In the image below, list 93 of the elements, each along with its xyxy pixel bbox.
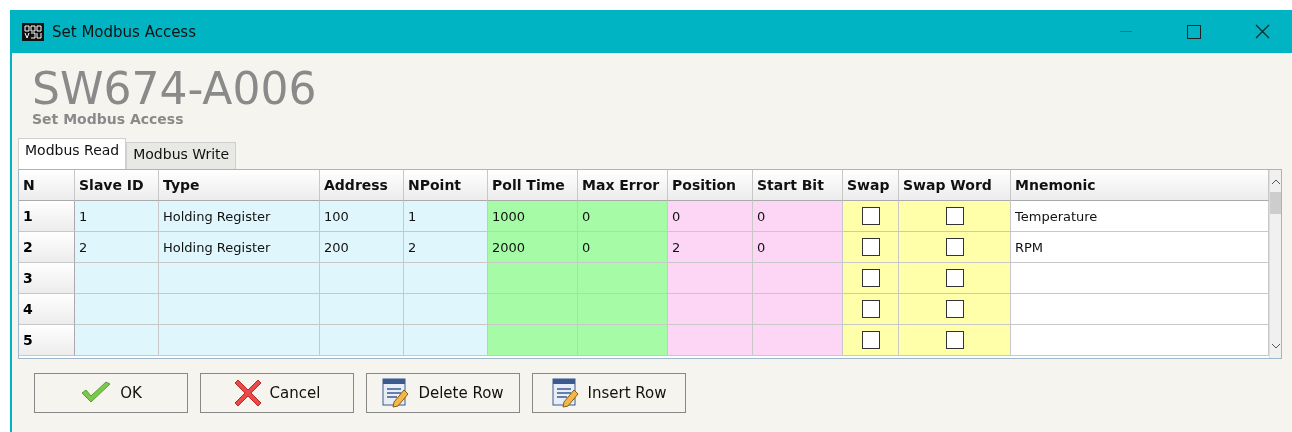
table-cell[interactable]: Holding Register: [159, 201, 320, 232]
table-cell[interactable]: [320, 263, 404, 294]
row-header: 2: [19, 232, 75, 263]
table-cell[interactable]: 200: [320, 232, 404, 263]
product-title: SW674-A006: [32, 67, 318, 111]
table-cell[interactable]: [668, 263, 753, 294]
table-cell[interactable]: [578, 263, 668, 294]
tab[interactable]: Modbus Write: [126, 142, 237, 169]
checkbox[interactable]: [945, 300, 964, 318]
checkbox[interactable]: [945, 269, 964, 287]
table-cell[interactable]: [1011, 325, 1269, 356]
maximize-icon[interactable]: [1187, 24, 1201, 39]
table-cell[interactable]: 2: [668, 232, 753, 263]
table-cell[interactable]: [320, 294, 404, 325]
table-cell[interactable]: [488, 294, 578, 325]
table-cell[interactable]: [1011, 294, 1269, 325]
scroll-down-icon[interactable]: [1271, 342, 1281, 350]
column-header: Address: [320, 170, 404, 201]
check-icon: [80, 381, 113, 405]
table-cell[interactable]: 2000: [488, 232, 578, 263]
column-header: Mnemonic: [1011, 170, 1269, 201]
table-cell[interactable]: 0: [668, 201, 753, 232]
table-cell[interactable]: 100: [320, 201, 404, 232]
checkbox[interactable]: [861, 207, 880, 225]
table-cell[interactable]: [159, 263, 320, 294]
checkbox[interactable]: [861, 331, 880, 349]
table-cell[interactable]: [488, 325, 578, 356]
column-header: Type: [159, 170, 320, 201]
column-header: Start Bit: [753, 170, 843, 201]
close-icon[interactable]: [1254, 24, 1270, 39]
scrollbar[interactable]: [1269, 170, 1281, 358]
row-header: 3: [19, 263, 75, 294]
row-header: 4: [19, 294, 75, 325]
checkbox[interactable]: [945, 238, 964, 256]
table-cell[interactable]: [75, 263, 159, 294]
checkbox[interactable]: [945, 207, 964, 225]
column-header: Position: [668, 170, 753, 201]
table-cell[interactable]: [753, 294, 843, 325]
table-cell[interactable]: [320, 325, 404, 356]
table-cell[interactable]: [578, 325, 668, 356]
minimize-icon[interactable]: [1120, 30, 1132, 33]
page-subtitle: Set Modbus Access: [32, 111, 185, 127]
action-button[interactable]: Insert Row: [532, 373, 686, 413]
checkbox[interactable]: [861, 300, 880, 318]
column-header: N: [19, 170, 75, 201]
checkbox[interactable]: [861, 238, 880, 256]
table-cell[interactable]: 2: [404, 232, 488, 263]
table-cell[interactable]: 0: [753, 232, 843, 263]
scroll-up-icon[interactable]: [1271, 178, 1281, 186]
column-header: NPoint: [404, 170, 488, 201]
column-header: Poll Time: [488, 170, 578, 201]
row-header: 5: [19, 325, 75, 356]
checkbox[interactable]: [945, 331, 964, 349]
action-button[interactable]: Cancel: [200, 373, 354, 413]
column-header: Swap: [843, 170, 899, 201]
table-cell[interactable]: [404, 325, 488, 356]
app-logo-icon: [22, 22, 44, 41]
table-cell[interactable]: [488, 263, 578, 294]
scroll-thumb[interactable]: [1270, 192, 1281, 214]
table-cell[interactable]: [578, 294, 668, 325]
tab[interactable]: Modbus Read: [18, 138, 127, 169]
action-button[interactable]: OK: [34, 373, 188, 413]
table-cell[interactable]: 1000: [488, 201, 578, 232]
document-pencil-icon: [551, 378, 580, 408]
table-cell[interactable]: [668, 325, 753, 356]
table-cell[interactable]: RPM: [1011, 232, 1269, 263]
window-title: Set Modbus Access: [52, 22, 197, 41]
table-cell[interactable]: [404, 294, 488, 325]
table-cell[interactable]: [1011, 263, 1269, 294]
table-cell[interactable]: 0: [578, 232, 668, 263]
table-cell[interactable]: Temperature: [1011, 201, 1269, 232]
action-button[interactable]: Delete Row: [366, 373, 520, 413]
table-cell[interactable]: [75, 294, 159, 325]
column-header: Max Error: [578, 170, 668, 201]
table-cell[interactable]: 1: [404, 201, 488, 232]
table-cell[interactable]: [159, 294, 320, 325]
table-cell[interactable]: [75, 325, 159, 356]
table-cell[interactable]: 0: [753, 201, 843, 232]
column-header: Slave ID: [75, 170, 159, 201]
column-header: Swap Word: [899, 170, 1011, 201]
table-cell[interactable]: Holding Register: [159, 232, 320, 263]
document-pencil-icon: [382, 378, 411, 408]
row-header: 1: [19, 201, 75, 232]
table-cell[interactable]: 2: [75, 232, 159, 263]
checkbox[interactable]: [861, 269, 880, 287]
cross-icon: [233, 379, 262, 407]
table-cell[interactable]: [159, 325, 320, 356]
table-cell[interactable]: 0: [578, 201, 668, 232]
table-cell[interactable]: 1: [75, 201, 159, 232]
table-cell[interactable]: [753, 263, 843, 294]
table-cell[interactable]: [668, 294, 753, 325]
table-cell[interactable]: [404, 263, 488, 294]
table-cell[interactable]: [753, 325, 843, 356]
